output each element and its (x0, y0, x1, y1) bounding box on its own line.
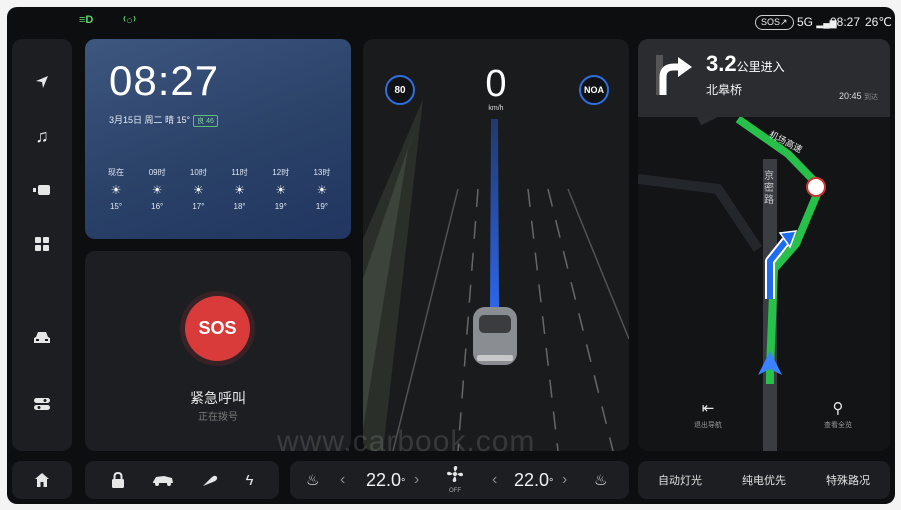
forecast-hour-label: 12时 (272, 168, 290, 177)
left-temp-value: 22.0 (366, 469, 402, 490)
forecast-hour: 13时 ☀ 19° (305, 167, 339, 211)
forecast-hour-temp: 17° (192, 202, 205, 211)
forecast-hour-temp: 19° (315, 202, 328, 211)
sun-icon: ☀ (234, 183, 245, 197)
forecast-hour-temp: 18° (233, 202, 246, 211)
forecast-hour-label: 09时 (148, 168, 166, 177)
forecast-hour: 09时 ☀ 16° (140, 167, 174, 211)
map-road-label-1: 京密路 (764, 171, 774, 206)
forecast-hour-temp: 16° (151, 202, 164, 211)
seat-heat-left-icon[interactable]: ♨ (306, 471, 319, 489)
turn-right-arrow-icon (656, 55, 692, 95)
seat-heat-right-icon[interactable]: ♨ (594, 471, 607, 489)
weather-clock: 08:27 (109, 57, 220, 104)
climate-controls: ♨ ‹ 22.0° › OFF ‹ 22.0° › ♨ (290, 461, 629, 499)
sos-panel: SOS 紧急呼叫 正在拨号 (85, 251, 351, 451)
exit-icon: ⇤ (701, 400, 715, 417)
driving-view: 80 0 km/h NOA (363, 39, 629, 451)
route-overview-icon: ⚲ (832, 400, 844, 417)
trunk-icon[interactable] (152, 473, 174, 487)
left-temp-decrease[interactable]: ‹ (340, 471, 345, 489)
hourly-forecast: 现在 ☀ 15° 09时 ☀ 16° 10时 ☀ 17° 11时 ☀ 18° 12时 ☀ 19° 13时 ☀ 19… (99, 167, 339, 211)
forecast-hour-label: 13时 (313, 168, 331, 177)
forecast-hour: 11时 ☀ 18° (223, 167, 257, 211)
forecast-hour-temp: 15° (109, 202, 123, 211)
left-temp-increase[interactable]: › (414, 471, 419, 489)
navigation-map[interactable]: 京密路 机场高速 3.2公里进入 北皋桥 20:45 到达 ⇤ 退出导航 ⚲ 查… (638, 39, 890, 451)
forecast-hour-label: 10时 (189, 168, 207, 177)
sos-title: 紧急呼叫 (190, 390, 246, 406)
mirror-fold-icon[interactable] (201, 472, 219, 488)
music-icon[interactable]: ♫ (29, 123, 55, 149)
sos-button[interactable]: SOS (185, 296, 250, 361)
fan-label: OFF (449, 488, 461, 494)
ego-car-icon (473, 307, 517, 365)
outside-temperature: 26℃ (865, 15, 892, 29)
forecast-hour-label: 现在 (108, 168, 124, 177)
speed-unit: km/h (488, 105, 504, 112)
quick-mode-button[interactable]: 特殊路况 (826, 472, 870, 488)
sun-icon: ☀ (110, 183, 122, 197)
charging-icon[interactable]: ϟ (246, 472, 254, 489)
fan-icon (447, 466, 463, 482)
fan-button[interactable]: OFF (446, 465, 464, 494)
noa-button[interactable]: NOA (579, 75, 609, 105)
sun-icon: ☀ (192, 183, 204, 197)
forecast-hour: 10时 ☀ 17° (181, 167, 215, 211)
forecast-hour: 12时 ☀ 19° (264, 167, 298, 211)
lock-icon[interactable] (111, 472, 125, 488)
sun-icon: ☀ (275, 183, 287, 197)
quick-modes: 自动灯光 纯电优先 特殊路况 (638, 461, 890, 499)
sos-status-badge[interactable]: SOS↗ (755, 15, 794, 30)
sos-badge-label: SOS (761, 17, 781, 27)
sos-subtitle: 正在拨号 (198, 412, 238, 423)
right-temp-increase[interactable]: › (562, 471, 567, 489)
weather-widget[interactable]: 08:27 3月15日 周二 晴 15° 良 46 现在 ☀ 15° 09时 ☀ 16° 10… (85, 39, 351, 239)
right-temp-value: 22.0 (514, 469, 550, 490)
weather-date-line: 3月15日 周二 晴 15° 良 46 (109, 113, 218, 127)
eta-label: 到达 (864, 94, 878, 101)
parking-light-icon: ⁽○⁾ (123, 15, 136, 27)
right-temp-decrease[interactable]: ‹ (492, 471, 497, 489)
headlight-icon: ≡D (79, 14, 94, 26)
exit-navigation-button[interactable]: ⇤ 退出导航 (678, 399, 738, 430)
status-bar: ≡D ⁽○⁾ SOS↗ 5G ▂▄▆ 08:27 26℃ (7, 7, 895, 37)
left-temp: 22.0° (366, 469, 406, 490)
network-label: 5G (797, 15, 814, 29)
overview-label: 查看全览 (824, 422, 852, 429)
next-road: 北皋桥 (706, 83, 743, 97)
home-button[interactable] (12, 461, 72, 499)
car-icon[interactable] (29, 325, 55, 351)
aqi-badge: 良 46 (193, 115, 218, 127)
forecast-hour-temp: 19° (274, 202, 287, 211)
navigation-icon[interactable] (29, 69, 55, 95)
exit-label: 退出导航 (694, 422, 722, 429)
forecast-hour-label: 11时 (231, 168, 248, 177)
vehicle-quick-controls: ϟ (85, 461, 279, 499)
video-icon[interactable] (29, 177, 55, 203)
eta-time: 20:45 (838, 91, 862, 101)
watermark: www.carbook.com (277, 425, 536, 458)
distance-unit: 公里进入 (736, 60, 785, 74)
quick-mode-button[interactable]: 纯电优先 (742, 472, 786, 488)
quick-mode-button[interactable]: 自动灯光 (658, 472, 702, 488)
home-icon (35, 473, 49, 487)
turn-instruction-card: 3.2公里进入 北皋桥 20:45 到达 (638, 39, 890, 117)
eta: 20:45 到达 (839, 91, 878, 102)
sun-icon: ☀ (316, 183, 328, 197)
clock: 08:27 (830, 15, 861, 29)
settings-toggle-icon[interactable] (29, 391, 55, 417)
weather-date: 3月15日 周二 晴 15° (109, 115, 191, 125)
apps-icon[interactable] (29, 231, 55, 257)
forecast-hour: 现在 ☀ 15° (99, 167, 133, 211)
sun-icon: ☀ (151, 183, 163, 197)
distance-value: 3.2 (706, 51, 737, 76)
left-nav: ♫ (12, 39, 72, 451)
car-screen: ≡D ⁽○⁾ SOS↗ 5G ▂▄▆ 08:27 26℃ ♫ 08:27 3月1… (7, 7, 895, 504)
overview-button[interactable]: ⚲ 查看全览 (808, 399, 868, 430)
turn-distance: 3.2公里进入 (706, 51, 785, 77)
right-temp: 22.0° (514, 469, 554, 490)
